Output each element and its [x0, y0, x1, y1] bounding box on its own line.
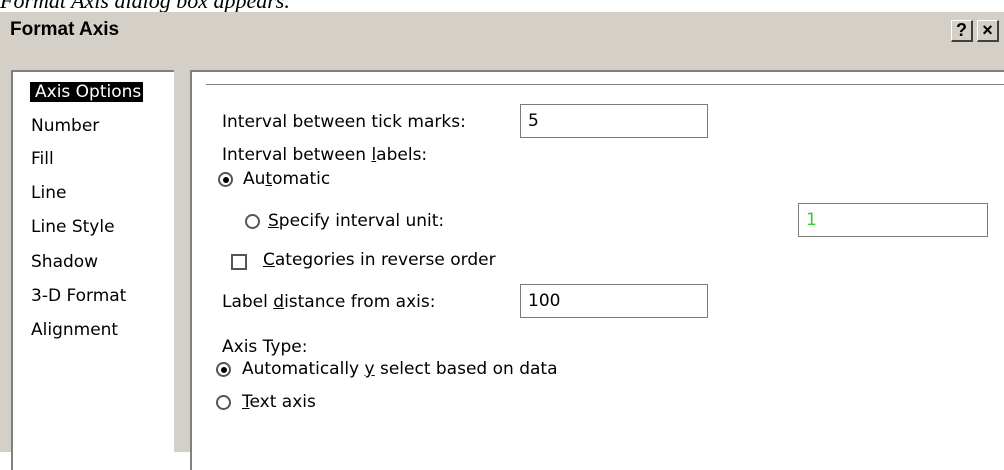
axis-options-panel: Interval between tick marks: 5 Interval … — [190, 70, 1004, 470]
reverse-order-label[interactable]: Categories in reverse order — [263, 250, 496, 270]
category-line[interactable]: Line — [31, 183, 66, 203]
label-distance-input[interactable]: 100 — [520, 284, 708, 318]
category-fill[interactable]: Fill — [31, 149, 54, 169]
auto-select-axis-radio[interactable] — [216, 362, 231, 377]
dialog-title: Format Axis — [10, 19, 120, 40]
automatic-label[interactable]: Automatic — [243, 169, 330, 189]
category-line-style[interactable]: Line Style — [31, 217, 115, 237]
auto-select-axis-label[interactable]: Automatically y select based on data — [242, 359, 558, 379]
tick-interval-label: Interval between tick marks: — [222, 112, 466, 132]
interval-unit-value: 1 — [806, 210, 817, 230]
text-axis-label[interactable]: Text axis — [242, 392, 316, 412]
category-shadow[interactable]: Shadow — [31, 252, 98, 272]
specify-interval-radio[interactable] — [245, 214, 260, 229]
dialog-titlebar[interactable]: Format Axis ? × — [0, 12, 1004, 47]
automatic-radio[interactable] — [218, 172, 233, 187]
category-number[interactable]: Number — [31, 116, 99, 136]
axis-type-label: Axis Type: — [222, 337, 308, 357]
specify-interval-label[interactable]: Specify interval unit: — [268, 211, 444, 231]
text-axis-radio[interactable] — [216, 395, 231, 410]
close-button[interactable]: × — [977, 20, 999, 42]
interval-unit-input[interactable]: 1 — [798, 203, 988, 237]
help-icon: ? — [956, 20, 967, 40]
category-list: Axis Options Number Fill Line Line Style… — [11, 70, 174, 470]
label-distance-label: Label distance from axis: — [222, 292, 436, 312]
tick-interval-input[interactable]: 5 — [520, 104, 708, 138]
category-alignment[interactable]: Alignment — [31, 320, 118, 340]
category-3d-format[interactable]: 3-D Format — [31, 286, 126, 306]
category-axis-options[interactable]: Axis Options — [30, 82, 144, 102]
format-axis-dialog: Format Axis ? × Axis Options Number Fill… — [0, 12, 1004, 470]
label-interval-label: Interval between labels: — [222, 145, 428, 165]
label-distance-value: 100 — [528, 291, 561, 311]
tick-interval-value: 5 — [528, 111, 539, 131]
help-button[interactable]: ? — [951, 20, 973, 42]
close-icon: × — [982, 20, 993, 40]
reverse-order-checkbox[interactable] — [231, 254, 247, 270]
separator-line — [206, 84, 1004, 86]
